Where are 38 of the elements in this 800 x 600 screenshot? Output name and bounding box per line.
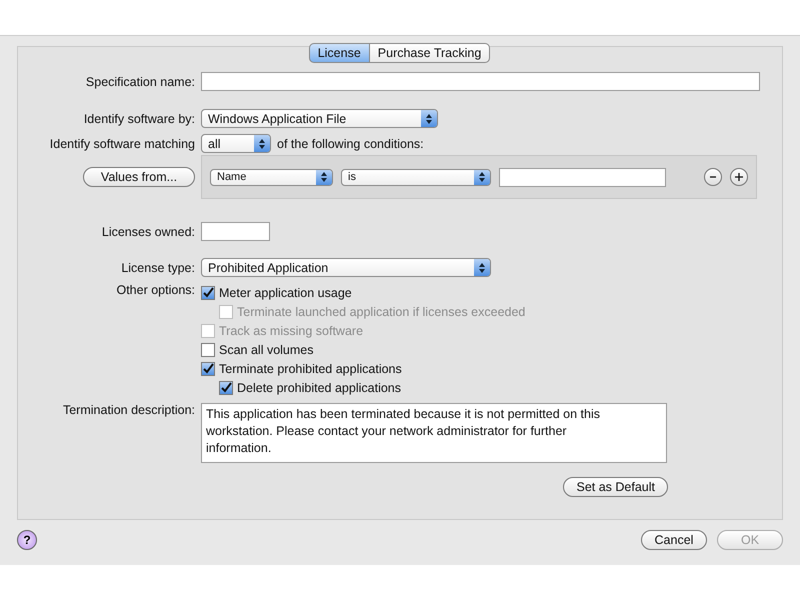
field-label: Identify software by: [82, 112, 196, 126]
checkbox[interactable] [201, 342, 215, 356]
tab[interactable]: License [308, 43, 370, 63]
stepper-arrows-icon [254, 135, 270, 152]
input-field[interactable] [499, 168, 666, 186]
dialog-button[interactable]: Cancel [641, 530, 707, 550]
checkbox-option[interactable]: Terminate prohibited applications [201, 359, 402, 378]
stepper-arrows-icon [474, 170, 490, 184]
tab[interactable]: Purchase Tracking [368, 43, 490, 63]
checkbox[interactable] [201, 286, 215, 300]
field-label: Other options: [115, 283, 196, 297]
field-label: Specification name: [84, 74, 196, 88]
field-label: License type: [120, 260, 196, 274]
checkbox-option[interactable]: Delete prohibited applications [219, 378, 402, 397]
input-field[interactable] [201, 222, 270, 241]
checkbox-option[interactable]: Scan all volumes [201, 340, 402, 359]
popup-menu[interactable]: Prohibited Application [201, 258, 491, 277]
popup-menu[interactable]: Name [210, 168, 333, 186]
stepper-arrows-icon [316, 170, 332, 184]
popup-menu[interactable]: Windows Application File [201, 109, 438, 128]
checkbox-option[interactable]: Meter application usage [201, 283, 526, 302]
field-label: Termination description: [62, 403, 196, 417]
popup-menu[interactable]: is [341, 168, 491, 186]
field-label: Identify software matching [48, 136, 196, 150]
checkbox[interactable] [219, 380, 233, 394]
stepper-arrows-icon [474, 259, 490, 276]
stepper-arrows-icon [421, 110, 437, 127]
remove-icon[interactable] [704, 168, 722, 186]
text-area[interactable]: This application has been terminated because it is not permitted on this workstation. Please contact your network administrator for further information. [201, 403, 667, 463]
values-from-button[interactable]: Values from... [83, 167, 195, 187]
input-field[interactable] [201, 72, 760, 91]
checkbox[interactable] [201, 362, 215, 376]
field-label: of the following conditions: [277, 136, 424, 150]
popup-menu[interactable]: all [201, 134, 271, 153]
set-as-default-button[interactable]: Set as Default [563, 477, 668, 497]
add-icon[interactable] [730, 168, 748, 186]
help-button[interactable]: ? [17, 530, 37, 550]
field-label: Licenses owned: [100, 224, 196, 238]
